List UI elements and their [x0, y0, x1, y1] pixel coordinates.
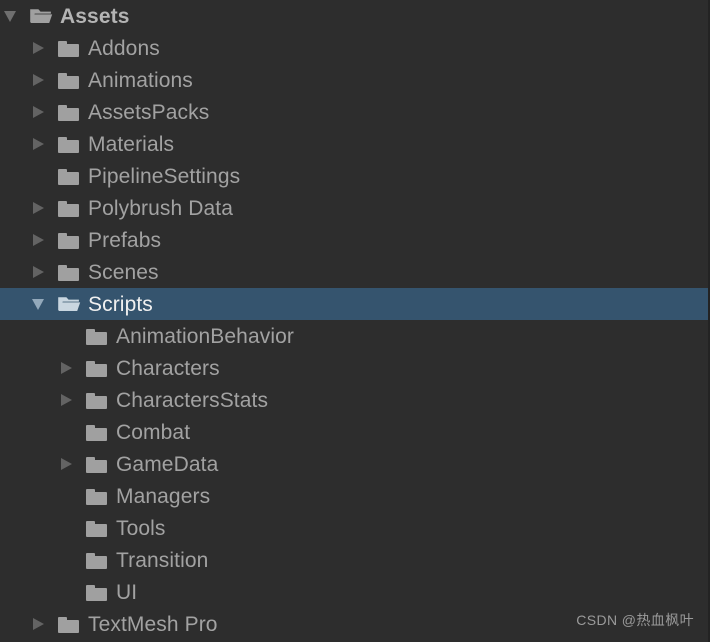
tree-row-charactersstats[interactable]: CharactersStats: [0, 384, 708, 416]
folder-closed-icon: [57, 166, 81, 186]
chevron-right-icon[interactable]: [30, 134, 50, 154]
tree-row-textmesh-pro[interactable]: TextMesh Pro: [0, 608, 708, 640]
tree-row-polybrush-data[interactable]: Polybrush Data: [0, 192, 708, 224]
folder-closed-icon: [85, 582, 109, 602]
tree-row-label: CharactersStats: [116, 388, 269, 412]
tree-row-animations[interactable]: Animations: [0, 64, 708, 96]
folder-closed-icon: [57, 198, 81, 218]
folder-closed-icon: [85, 550, 109, 570]
tree-row-label: Polybrush Data: [88, 196, 233, 220]
chevron-right-icon[interactable]: [30, 614, 50, 634]
tree-row-label: Materials: [88, 132, 175, 156]
tree-row-materials[interactable]: Materials: [0, 128, 708, 160]
tree-row-gamedata[interactable]: GameData: [0, 448, 708, 480]
chevron-right-icon[interactable]: [30, 102, 50, 122]
tree-row-assetspacks[interactable]: AssetsPacks: [0, 96, 708, 128]
tree-row-label: Addons: [88, 36, 160, 60]
tree-row-tools[interactable]: Tools: [0, 512, 708, 544]
chevron-down-icon[interactable]: [2, 6, 22, 26]
folder-closed-icon: [85, 454, 109, 474]
tree-row-scripts[interactable]: Scripts: [0, 288, 708, 320]
tree-row-transition[interactable]: Transition: [0, 544, 708, 576]
tree-row-animationbehavior[interactable]: AnimationBehavior: [0, 320, 708, 352]
folder-closed-icon: [85, 326, 109, 346]
tree-row-label: AnimationBehavior: [116, 324, 294, 348]
folder-closed-icon: [57, 134, 81, 154]
folder-closed-icon: [57, 70, 81, 90]
tree-row-label: Tools: [116, 516, 166, 540]
folder-open-icon: [57, 294, 81, 314]
project-folder-tree-panel: Assets Addons Animations AssetsPacks Materia…: [0, 0, 710, 642]
tree-row-ui[interactable]: UI: [0, 576, 708, 608]
folder-closed-icon: [85, 486, 109, 506]
folder-closed-icon: [85, 422, 109, 442]
tree-row-label: PipelineSettings: [88, 164, 241, 188]
folder-closed-icon: [85, 518, 109, 538]
chevron-right-icon[interactable]: [58, 358, 78, 378]
tree-row-managers[interactable]: Managers: [0, 480, 708, 512]
tree-row-label: Scripts: [88, 292, 153, 316]
tree-row-label: TextMesh Pro: [88, 612, 218, 636]
tree-row-addons[interactable]: Addons: [0, 32, 708, 64]
folder-closed-icon: [57, 102, 81, 122]
chevron-right-icon[interactable]: [58, 454, 78, 474]
tree-row-label: AssetsPacks: [88, 100, 210, 124]
tree-row-characters[interactable]: Characters: [0, 352, 708, 384]
chevron-right-icon[interactable]: [30, 262, 50, 282]
folder-tree-list: Assets Addons Animations AssetsPacks Materia…: [0, 0, 708, 640]
folder-closed-icon: [57, 262, 81, 282]
tree-row-label: Scenes: [88, 260, 159, 284]
tree-row-label: UI: [116, 580, 138, 604]
tree-row-prefabs[interactable]: Prefabs: [0, 224, 708, 256]
tree-row-scenes[interactable]: Scenes: [0, 256, 708, 288]
folder-closed-icon: [57, 614, 81, 634]
tree-row-combat[interactable]: Combat: [0, 416, 708, 448]
tree-row-label: Managers: [116, 484, 211, 508]
chevron-right-icon[interactable]: [30, 70, 50, 90]
folder-closed-icon: [57, 38, 81, 58]
chevron-right-icon[interactable]: [30, 38, 50, 58]
tree-row-label: Prefabs: [88, 228, 162, 252]
chevron-right-icon[interactable]: [58, 390, 78, 410]
tree-row-pipelinesettings[interactable]: PipelineSettings: [0, 160, 708, 192]
tree-row-assets[interactable]: Assets: [0, 0, 708, 32]
folder-closed-icon: [85, 358, 109, 378]
folder-closed-icon: [57, 230, 81, 250]
tree-row-label: GameData: [116, 452, 219, 476]
chevron-right-icon[interactable]: [30, 230, 50, 250]
tree-row-label: Assets: [60, 4, 130, 28]
folder-open-icon: [29, 6, 53, 26]
tree-row-label: Animations: [88, 68, 193, 92]
tree-row-label: Characters: [116, 356, 220, 380]
tree-row-label: Transition: [116, 548, 209, 572]
tree-row-label: Combat: [116, 420, 191, 444]
chevron-right-icon[interactable]: [30, 198, 50, 218]
chevron-down-icon[interactable]: [30, 294, 50, 314]
folder-closed-icon: [85, 390, 109, 410]
